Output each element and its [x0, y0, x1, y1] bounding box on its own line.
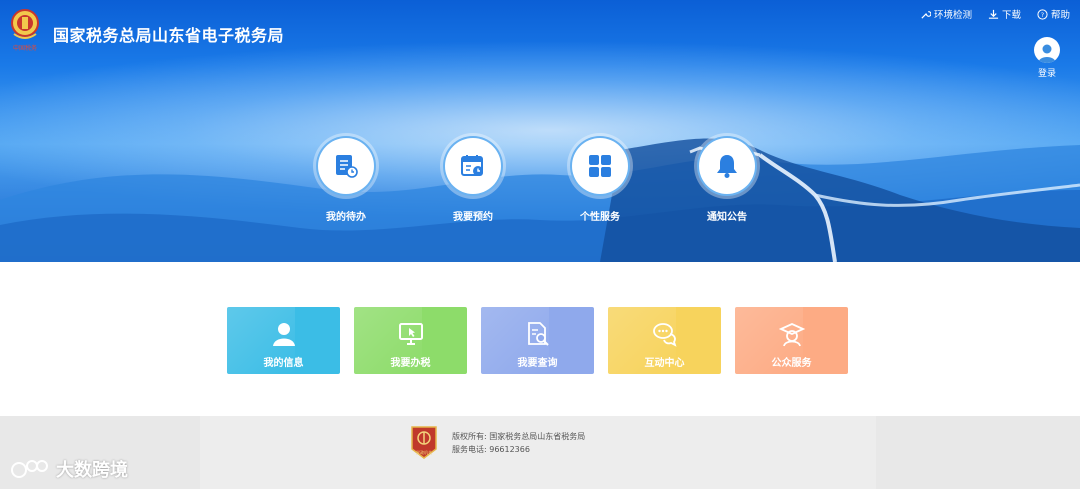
document-search-icon [527, 322, 549, 346]
nav-label: 环境检测 [933, 10, 972, 21]
footer-copyright: 版权所有: 国家税务总局山东省税务局 [452, 432, 586, 441]
site-title: 国家税务总局山东省电子税务局 [53, 26, 285, 45]
service-cards: 我的信息 我要办税 我要查询 互动中心 公众服务 [227, 307, 848, 374]
graduate-icon [778, 323, 805, 347]
card-label: 我要查询 [517, 358, 558, 369]
card-label: 我的信息 [263, 358, 304, 369]
card-label: 公众服务 [771, 358, 812, 369]
watermark-text: 大数跨境 [56, 460, 128, 481]
monitor-cursor-icon [398, 323, 423, 345]
card-public-service[interactable]: 公众服务 [735, 307, 848, 374]
footer-phone: 服务电话: 96612366 [452, 445, 530, 454]
download-icon [988, 9, 999, 19]
quick-service-circle [316, 136, 376, 196]
quick-service-circle [570, 136, 630, 196]
top-nav: 环境检测 下载 ? 帮助 [920, 7, 1070, 21]
emblem-caption: 中国税务 [13, 44, 37, 52]
card-my-info[interactable]: 我的信息 [227, 307, 340, 374]
card-label: 我要办税 [390, 358, 431, 369]
nav-download[interactable]: 下载 [988, 7, 1021, 21]
avatar [1034, 37, 1060, 63]
quick-service-notice[interactable]: 通知公告 [682, 136, 772, 223]
government-badge-icon[interactable]: 党政机关 [410, 425, 438, 459]
watermark: 大数跨境 [10, 456, 128, 482]
quick-service-appointment[interactable]: 我要预约 [428, 136, 518, 223]
nav-help[interactable]: ? 帮助 [1037, 7, 1070, 21]
site-brand[interactable]: 中国税务 国家税务总局山东省电子税务局 [8, 8, 284, 52]
quick-service-circle [697, 136, 757, 196]
tools-icon [921, 10, 931, 19]
bell-icon [717, 155, 737, 178]
badge-caption: 党政机关 [416, 449, 432, 455]
calendar-clock-icon [461, 155, 483, 176]
nav-environment-check[interactable]: 环境检测 [920, 7, 972, 21]
grid-icon [589, 155, 611, 177]
help-icon: ? [1037, 8, 1048, 20]
card-label: 互动中心 [644, 358, 685, 369]
user-avatar-icon [1038, 44, 1056, 63]
login-button[interactable]: 登录 [1032, 37, 1062, 79]
login-label: 登录 [1037, 69, 1056, 79]
quick-service-personalized[interactable]: 个性服务 [555, 136, 645, 223]
card-tax-handling[interactable]: 我要办税 [354, 307, 467, 374]
quick-service-todo[interactable]: 我的待办 [301, 136, 391, 223]
card-query[interactable]: 我要查询 [481, 307, 594, 374]
person-icon [272, 323, 295, 346]
tax-emblem-icon: 中国税务 [11, 9, 39, 52]
quick-service-label: 通知公告 [707, 212, 747, 223]
todo-document-icon [336, 155, 358, 178]
nav-label: 下载 [1001, 10, 1021, 21]
chat-bubbles-icon [652, 323, 677, 347]
quick-service-label: 我的待办 [326, 212, 366, 223]
quick-service-label: 个性服务 [580, 212, 620, 223]
quick-service-circle [443, 136, 503, 196]
watermark-logo-icon [11, 460, 48, 478]
quick-service-label: 我要预约 [453, 212, 493, 223]
card-interaction[interactable]: 互动中心 [608, 307, 721, 374]
svg-text:?: ? [1041, 10, 1044, 18]
nav-label: 帮助 [1050, 10, 1070, 21]
footer-text: 版权所有: 国家税务总局山东省税务局 服务电话: 96612366 [452, 430, 585, 456]
